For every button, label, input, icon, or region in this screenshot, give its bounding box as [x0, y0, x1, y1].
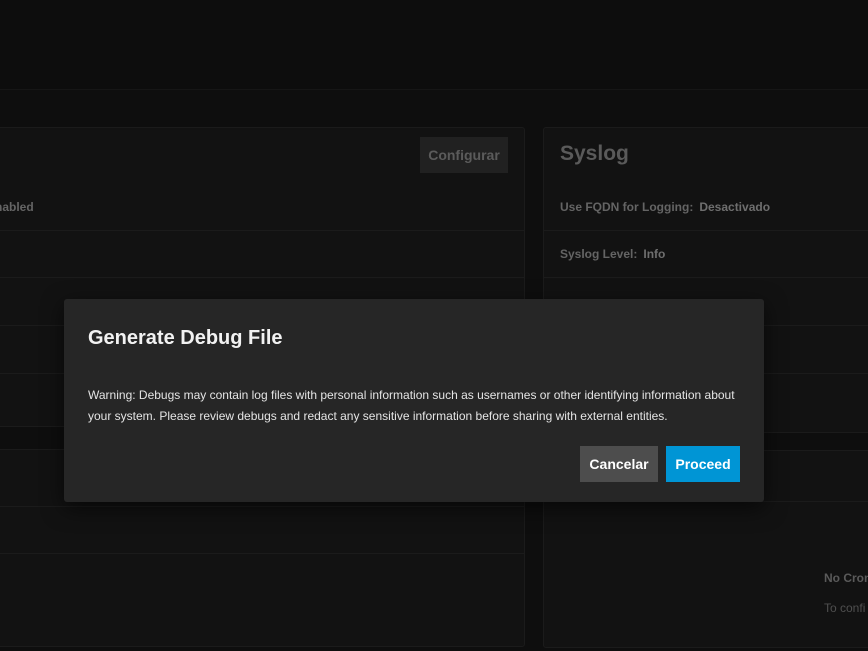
cancel-button[interactable]: Cancelar — [580, 446, 658, 482]
dialog-title: Generate Debug File — [88, 327, 283, 349]
generate-debug-dialog: Generate Debug File Warning: Debugs may … — [64, 299, 764, 502]
dialog-warning-message: Warning: Debugs may contain log files wi… — [88, 388, 735, 423]
proceed-button[interactable]: Proceed — [666, 446, 740, 482]
